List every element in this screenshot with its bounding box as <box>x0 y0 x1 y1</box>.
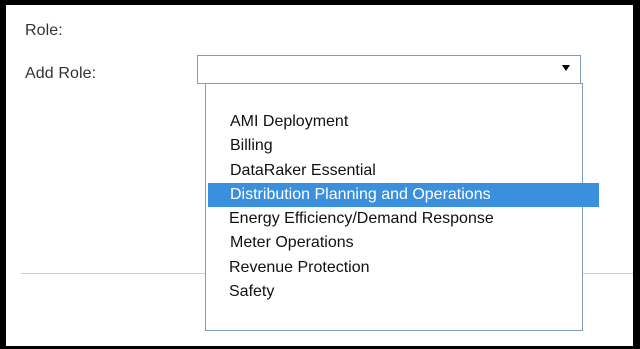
role-label: Role: <box>25 22 63 39</box>
chevron-down-icon[interactable] <box>562 65 570 71</box>
option-distribution-planning-and-operations[interactable]: Distribution Planning and Operations <box>208 182 599 208</box>
role-dropdown-list[interactable]: AMI Deployment Billing DataRaker Essenti… <box>205 83 599 331</box>
option-safety[interactable]: Safety <box>206 280 582 304</box>
option-ami-deployment[interactable]: AMI Deployment <box>206 110 582 134</box>
option-billing[interactable]: Billing <box>206 134 582 158</box>
add-role-select[interactable] <box>197 55 581 84</box>
option-dataraker-essential[interactable]: DataRaker Essential <box>206 159 582 183</box>
add-role-label: Add Role: <box>25 65 97 82</box>
option-revenue-protection[interactable]: Revenue Protection <box>206 256 582 280</box>
option-energy-efficiency-demand-response[interactable]: Energy Efficiency/Demand Response <box>206 207 582 231</box>
option-meter-operations[interactable]: Meter Operations <box>206 231 582 255</box>
